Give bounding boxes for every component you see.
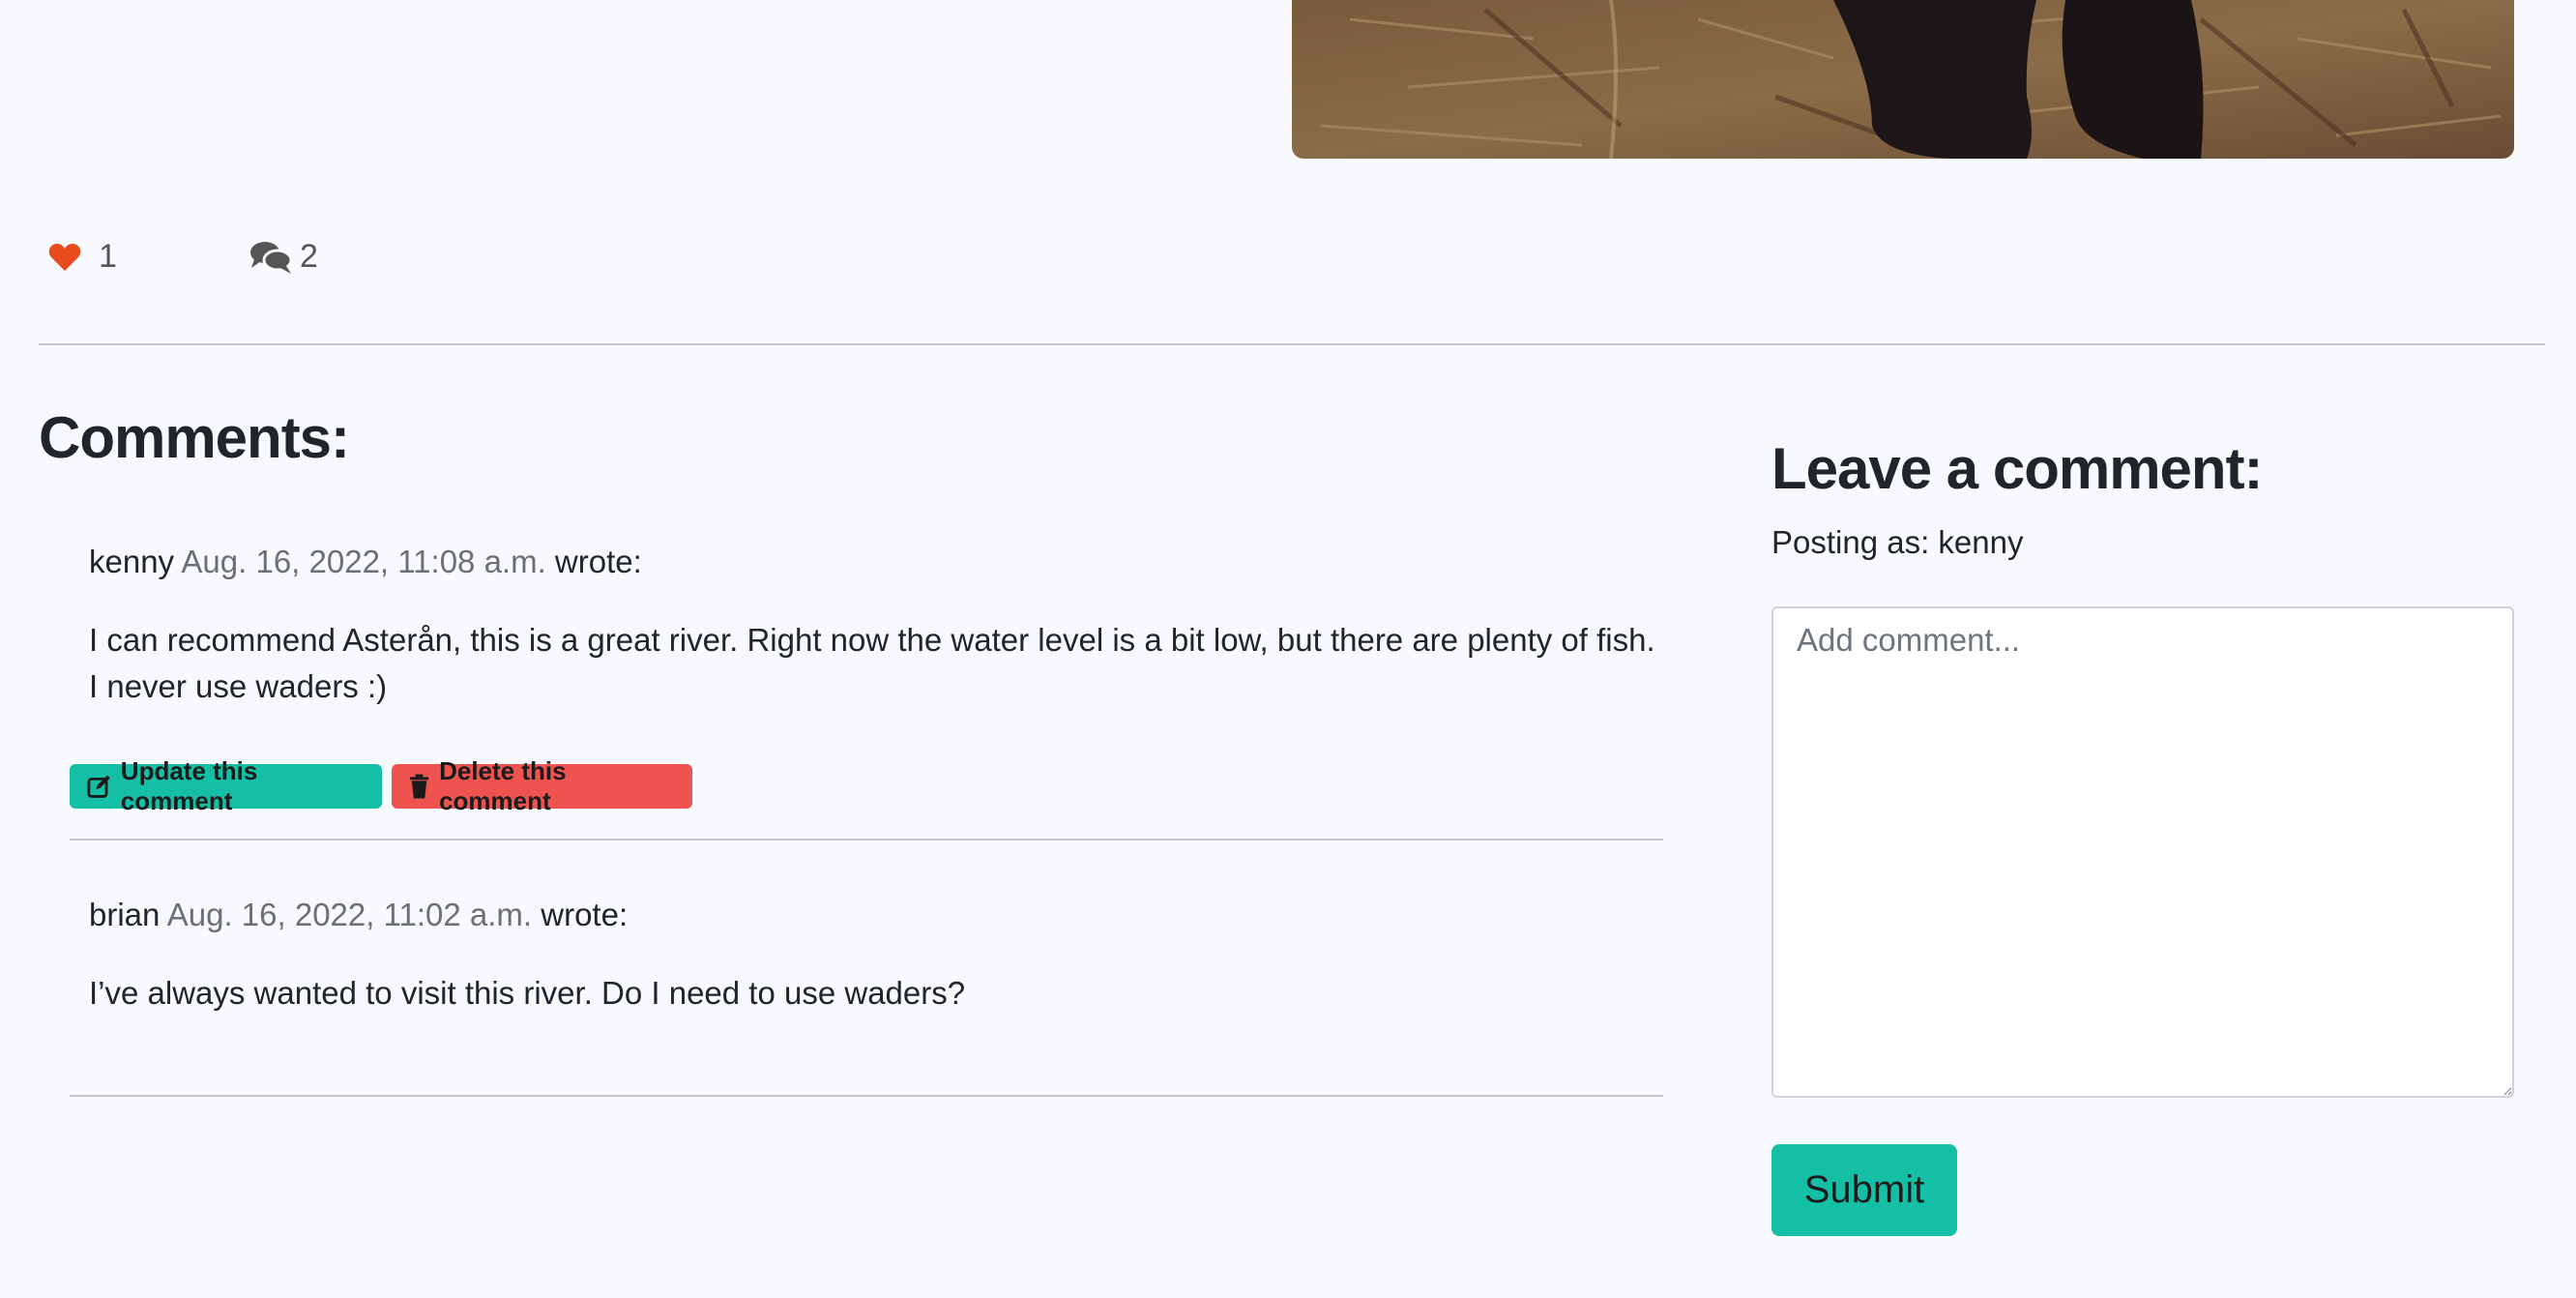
comment-body-line: I never use waders :)	[89, 668, 388, 704]
comment-meta: brian Aug. 16, 2022, 11:02 a.m. wrote:	[89, 897, 628, 933]
comment-date: Aug. 16, 2022, 11:08 a.m.	[181, 544, 546, 579]
likes-count: 1	[99, 238, 117, 275]
comment-body-line: I’ve always wanted to visit this river. …	[89, 975, 966, 1011]
comment-meta: kenny Aug. 16, 2022, 11:08 a.m. wrote:	[89, 544, 642, 580]
comment-author: kenny	[89, 544, 175, 579]
comment-divider	[70, 1095, 1663, 1097]
comments-icon	[250, 241, 292, 274]
comments-heading: Comments:	[39, 405, 350, 470]
heart-icon	[48, 243, 81, 271]
comment-date: Aug. 16, 2022, 11:02 a.m.	[166, 897, 533, 932]
comment-body-line: I can recommend Asterån, this is a great…	[89, 622, 1655, 658]
post-image	[1292, 0, 2514, 159]
comments-count-value: 2	[300, 238, 318, 275]
submit-button[interactable]: Submit	[1771, 1144, 1957, 1236]
edit-icon	[87, 775, 110, 798]
comment-divider	[70, 839, 1663, 841]
delete-comment-label: Delete this comment	[439, 756, 567, 815]
leave-comment-heading: Leave a comment:	[1771, 436, 2264, 501]
update-comment-button[interactable]: Update this comment	[70, 756, 382, 815]
comment-body: I can recommend Asterån, this is a great…	[89, 617, 1675, 710]
comment-wrote: wrote:	[554, 544, 642, 579]
likes[interactable]: 1	[48, 238, 117, 276]
update-comment-label: Update this comment	[120, 756, 258, 815]
delete-comment-button[interactable]: Delete this comment	[392, 756, 692, 815]
posting-as: Posting as: kenny	[1771, 524, 2024, 560]
comment-textarea[interactable]	[1771, 606, 2514, 1098]
comments-count: 2	[249, 238, 318, 276]
comment-wrote: wrote:	[541, 897, 629, 932]
divider	[39, 343, 2545, 345]
trash-icon	[409, 774, 429, 799]
comment-body: I’ve always wanted to visit this river. …	[89, 970, 1675, 1017]
comment-author: brian	[89, 897, 161, 932]
